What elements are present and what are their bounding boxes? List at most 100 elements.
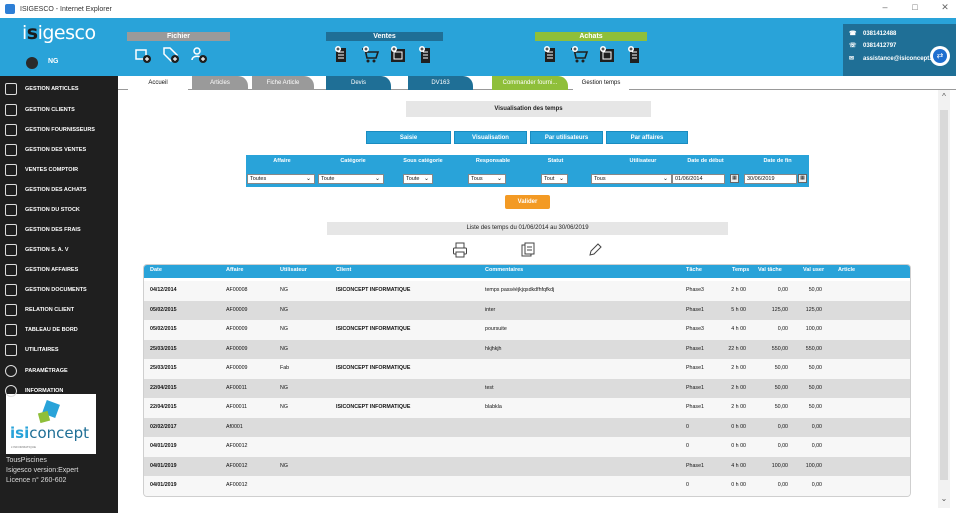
- sidebar-item[interactable]: VENTES COMPTOIR: [0, 160, 118, 180]
- brand-mark: s: [26, 22, 38, 44]
- add-tag-icon[interactable]: [161, 45, 181, 65]
- sidebar-item[interactable]: UTILITAIRES: [0, 340, 118, 360]
- sidebar-item[interactable]: GESTION FOURNISSEURS: [0, 120, 118, 140]
- calendar-icon[interactable]: ▦: [798, 174, 807, 183]
- table-cell: 0,00: [811, 423, 822, 430]
- maximize-button[interactable]: □: [908, 2, 922, 13]
- tab[interactable]: Fiche Article: [252, 76, 314, 90]
- table-row[interactable]: 05/02/2015 AF00009 NG ISICONCEPT INFORMATIQ…: [144, 320, 910, 340]
- table-row[interactable]: 04/12/2014 AF00008 NG ISICONCEPT INFORMATIQ…: [144, 281, 910, 301]
- date-debut-value: 01/06/2014: [675, 176, 703, 182]
- settings-icon: [5, 365, 17, 377]
- tab[interactable]: Commander fourni...: [492, 76, 568, 90]
- tab[interactable]: Articles: [192, 76, 248, 90]
- table-row[interactable]: 22/04/2015 AF00011 NG test Phase1 2 h 00 50,00…: [144, 378, 910, 399]
- table-row[interactable]: 02/02/2017 Af0001 0 0 h 00 0,00 0,00: [144, 417, 910, 438]
- tab[interactable]: Accueil: [128, 76, 188, 90]
- sidebar-item[interactable]: GESTION DES ACHATS: [0, 180, 118, 200]
- statut-select[interactable]: Tout ⌄: [541, 174, 568, 184]
- invoice-icon[interactable]: [597, 45, 617, 65]
- column-header[interactable]: Affaire: [226, 267, 243, 273]
- column-header[interactable]: Date: [150, 267, 162, 273]
- header-group-ventes: Ventes: [326, 32, 443, 77]
- sous-categorie-select[interactable]: Toute ⌄: [403, 174, 433, 184]
- receipt-icon[interactable]: [625, 45, 645, 65]
- table-row[interactable]: 05/02/2015 AF00009 NG inter Phase1 5 h 00 125,…: [144, 300, 910, 321]
- table-cell: 0,00: [777, 326, 788, 332]
- column-header[interactable]: Utilisateur: [280, 267, 307, 273]
- validate-button[interactable]: Valider: [505, 195, 550, 209]
- column-header[interactable]: Client: [336, 267, 351, 273]
- table-cell: AF00011: [226, 404, 248, 410]
- cart-icon[interactable]: [569, 45, 589, 65]
- column-header[interactable]: Tâche: [686, 267, 702, 273]
- sidebar-item[interactable]: PARAMÉTRAGE: [0, 361, 118, 381]
- edit-icon[interactable]: [587, 242, 603, 258]
- invoice-icon[interactable]: [388, 45, 408, 65]
- sidebar-item[interactable]: GESTION CLIENTS: [0, 100, 118, 120]
- sidebar-item[interactable]: INFORMATION: [0, 381, 118, 401]
- column-header[interactable]: Val tâche: [758, 267, 782, 273]
- tab[interactable]: Devis: [326, 76, 391, 90]
- sidebar-item[interactable]: GESTION DU STOCK: [0, 200, 118, 220]
- sidebar-item[interactable]: TABLEAU DE BORD: [0, 320, 118, 340]
- add-user-icon[interactable]: [189, 45, 209, 65]
- briefcase-icon: [5, 264, 17, 276]
- responsable-select[interactable]: Tous ⌄: [468, 174, 506, 184]
- sidebar-item[interactable]: RELATION CLIENT: [0, 300, 118, 320]
- email-link[interactable]: assistance@isiconcept.fr: [863, 56, 935, 62]
- print-icon[interactable]: [452, 242, 468, 258]
- sidebar-item-label: GESTION FOURNISSEURS: [25, 127, 95, 133]
- user-icon[interactable]: [26, 57, 38, 69]
- date-debut-input[interactable]: 01/06/2014: [672, 174, 725, 184]
- categorie-select[interactable]: Toute ⌄: [318, 174, 384, 184]
- scroll-up-icon[interactable]: ^: [938, 92, 950, 101]
- table-cell: temps passééjkjqsdkdfhfqfkdj: [485, 287, 555, 293]
- scroll-down-icon[interactable]: ⌄: [938, 494, 950, 503]
- column-header[interactable]: Article: [838, 267, 855, 273]
- calendar-icon[interactable]: ▦: [730, 174, 739, 183]
- table-row[interactable]: 04/01/2019 AF00012 0 0 h 00 0,00 0,00: [144, 476, 910, 496]
- sidebar-item[interactable]: GESTION DOCUMENTS: [0, 280, 118, 300]
- tab[interactable]: DV163: [408, 76, 473, 90]
- sidebar-item[interactable]: GESTION ARTICLES: [0, 79, 118, 99]
- close-button[interactable]: ✕: [938, 2, 952, 13]
- filter-header-responsable: Responsable: [475, 158, 511, 164]
- app-logo: isigesco NG: [0, 18, 118, 76]
- column-header[interactable]: Val user: [803, 267, 824, 273]
- sidebar-item[interactable]: GESTION AFFAIRES: [0, 260, 118, 280]
- date-fin-value: 30/06/2019: [747, 176, 775, 182]
- table-cell: NG: [280, 404, 288, 410]
- visualisation-button[interactable]: Visualisation: [454, 131, 527, 144]
- date-fin-input[interactable]: 30/06/2019: [744, 174, 797, 184]
- export-icon[interactable]: [520, 242, 536, 258]
- doc-icon[interactable]: [332, 45, 352, 65]
- vertical-scrollbar[interactable]: ^ ⌄: [938, 90, 950, 508]
- table-row[interactable]: 04/01/2019 AF00012 NG Phase1 4 h 00 100,00 100…: [144, 456, 910, 477]
- cart-icon[interactable]: [360, 45, 380, 65]
- doc-icon[interactable]: [541, 45, 561, 65]
- table-row[interactable]: 04/01/2019 AF00012 0 0 h 00 0,00 0,00: [144, 437, 910, 457]
- table-row[interactable]: 22/04/2015 AF00011 NG ISICONCEPT INFORMATIQ…: [144, 398, 910, 418]
- sidebar-item[interactable]: GESTION S. A. V: [0, 240, 118, 260]
- sidebar-item[interactable]: GESTION DES VENTES: [0, 140, 118, 160]
- promo-logo: isiconcept L'INFORMATIQUE: [6, 394, 96, 454]
- receipt-icon[interactable]: [416, 45, 436, 65]
- par-affaires-button[interactable]: Par affaires: [606, 131, 688, 144]
- column-header[interactable]: Commentaires: [485, 267, 523, 273]
- table-row[interactable]: 25/03/2015 AF00009 NG hkjhkjh Phase1 22 h 00 5…: [144, 339, 910, 360]
- teamviewer-icon[interactable]: ⇄: [930, 46, 950, 66]
- saisie-button[interactable]: Saisie: [366, 131, 451, 144]
- email-line[interactable]: ✉ assistance@isiconcept.fr: [849, 55, 935, 63]
- par-utilisateurs-button[interactable]: Par utilisateurs: [530, 131, 603, 144]
- sidebar-item[interactable]: GESTION DES FRAIS: [0, 220, 118, 240]
- scroll-thumb[interactable]: [940, 110, 948, 480]
- minimize-button[interactable]: –: [878, 2, 892, 13]
- tab[interactable]: Gestion temps: [573, 76, 629, 90]
- table-row[interactable]: 25/03/2015 AF00009 Fab ISICONCEPT INFORMATI…: [144, 359, 910, 379]
- column-header[interactable]: Temps: [732, 267, 749, 273]
- add-box-icon[interactable]: [133, 45, 153, 65]
- affaire-select[interactable]: Toutes ⌄: [247, 174, 315, 184]
- utilisateur-select[interactable]: Tous ⌄: [591, 174, 672, 184]
- table-cell: Phase1: [686, 365, 704, 371]
